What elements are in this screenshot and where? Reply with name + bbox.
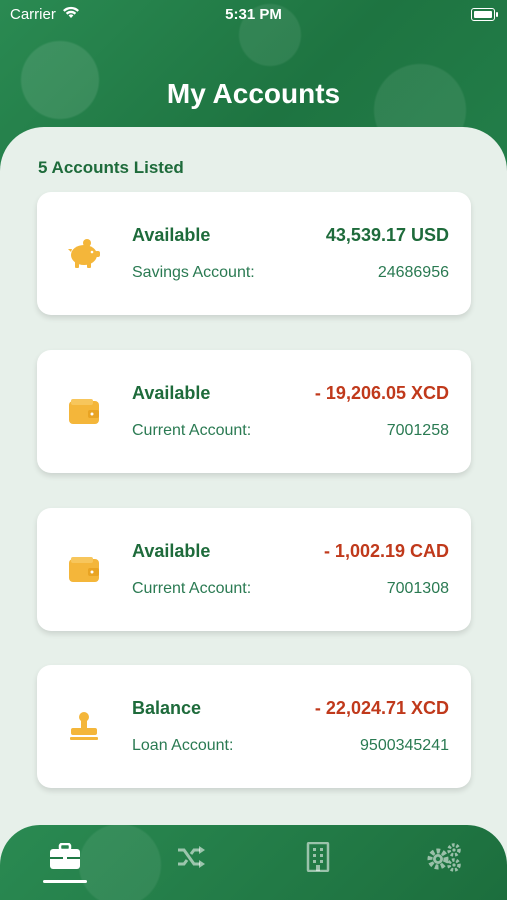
- shuffle-icon: [176, 845, 206, 874]
- account-type-label: Loan Account:: [132, 737, 234, 754]
- clock-time: 5:31 PM: [225, 6, 282, 23]
- account-card[interactable]: Available 43,539.17 USD Savings Account:…: [37, 192, 471, 315]
- tab-branches[interactable]: [290, 839, 346, 879]
- account-card[interactable]: Available - 19,206.05 XCD Current Accoun…: [37, 350, 471, 473]
- tab-accounts[interactable]: [37, 839, 93, 879]
- account-status-label: Balance: [132, 698, 202, 718]
- gears-icon: [425, 842, 463, 877]
- tab-transfers[interactable]: [163, 839, 219, 879]
- status-bar: Carrier 5:31 PM: [0, 0, 507, 30]
- account-type-label: Savings Account:: [132, 264, 255, 281]
- briefcase-icon: [49, 842, 81, 876]
- account-type-label: Current Account:: [132, 422, 252, 439]
- active-tab-indicator: [43, 880, 87, 883]
- account-number: 9500345241: [360, 737, 449, 754]
- account-amount: - 22,024.71 XCD: [314, 698, 449, 718]
- account-status-label: Available: [132, 225, 211, 245]
- account-number: 7001258: [386, 422, 449, 439]
- battery-icon: [471, 8, 498, 21]
- piggy-bank-icon: [65, 236, 103, 272]
- account-card[interactable]: Available - 1,002.19 CAD Current Account…: [37, 508, 471, 631]
- page-title: My Accounts: [166, 78, 341, 109]
- account-number: 24686956: [377, 264, 449, 281]
- wallet-icon: [65, 552, 103, 588]
- account-status-label: Available: [132, 383, 211, 403]
- account-amount: 43,539.17 USD: [325, 225, 449, 245]
- wallet-icon: [65, 394, 103, 430]
- building-icon: [306, 841, 330, 877]
- account-status-label: Available: [132, 541, 211, 561]
- account-amount: - 1,002.19 CAD: [323, 541, 449, 561]
- stamp-icon: [65, 709, 103, 745]
- account-number: 7001308: [386, 580, 449, 597]
- account-card[interactable]: Balance - 22,024.71 XCD Loan Account: 95…: [37, 665, 471, 788]
- account-amount: - 19,206.05 XCD: [314, 383, 449, 403]
- tab-settings[interactable]: [416, 839, 472, 879]
- accounts-count-label: 5 Accounts Listed: [38, 158, 184, 177]
- tab-bar: [0, 825, 507, 900]
- account-type-label: Current Account:: [132, 580, 252, 597]
